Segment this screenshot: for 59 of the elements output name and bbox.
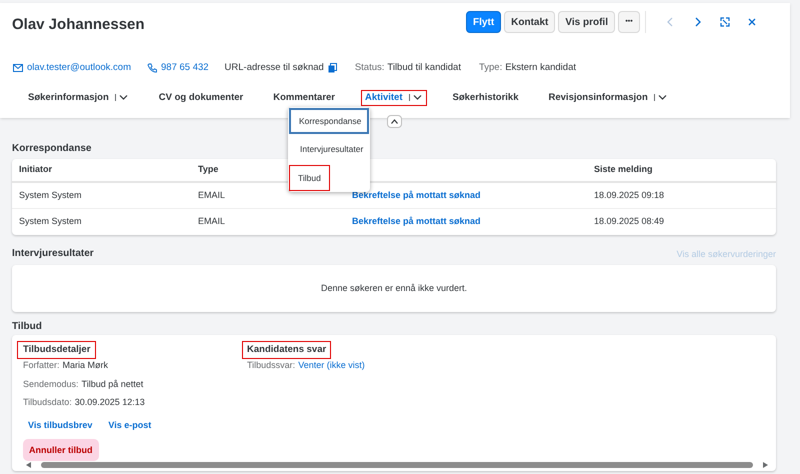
mail-icon [13, 64, 23, 72]
field-value: Venter (ikke vist) [298, 359, 365, 372]
tab[interactable]: Kommentarer [269, 90, 340, 106]
scroll-left-icon [26, 462, 31, 468]
section-title: Korrespondanse [12, 142, 92, 155]
close-icon[interactable] [747, 17, 757, 27]
field-label: Forfatter: [23, 359, 60, 372]
subheading: Tilbudsdetaljer [17, 341, 96, 360]
table-cell-text: 18.09.2025 09:18 [594, 188, 666, 202]
column-header: Type [198, 163, 220, 176]
menu-item[interactable]: Intervjuresultater [289, 136, 369, 162]
field-value: Tilbud til kandidat [387, 60, 461, 74]
tab[interactable]: Søkerinformasjon [24, 90, 133, 106]
field-value: Ekstern kandidat [505, 60, 576, 74]
phone-icon [147, 62, 157, 73]
cancel-offer-button[interactable]: Annuller tilbud [23, 439, 98, 462]
field-value: 30.09.2025 12:13 [74, 396, 145, 410]
scrollbar-thumb[interactable] [41, 462, 753, 468]
column-header: Initiator [19, 163, 53, 176]
tab[interactable]: Søkerhistorikk [448, 90, 522, 106]
link[interactable]: Vis e-post [108, 418, 152, 432]
action-button[interactable]: Vis profil [558, 11, 615, 33]
table-link[interactable]: Bekreftelse på mottatt søknad [352, 215, 594, 229]
subheading: Kandidatens svar [242, 341, 332, 360]
action-button[interactable]: Flytt [466, 11, 502, 33]
column-header: Siste melding [594, 163, 654, 176]
menu-item[interactable]: Korrespondanse [289, 108, 369, 134]
tab[interactable]: CV og dokumenter [154, 90, 248, 106]
section-title: Intervjuresultater [12, 247, 94, 261]
field-value: Tilbud på nettet [82, 378, 144, 391]
table-cell-text: EMAIL [198, 188, 226, 202]
field-label: Tilbudsdato: [23, 396, 72, 410]
table-cell-text: System System [19, 188, 83, 202]
phone-link[interactable]: 987 65 432 [161, 60, 209, 75]
menu-item[interactable]: Tilbud [289, 165, 330, 191]
email-link[interactable]: olav.tester@outlook.com [27, 60, 131, 75]
field-label: Tilbudssvar: [247, 359, 296, 372]
link[interactable]: Vis tilbudsbrev [28, 418, 92, 432]
caret-up-icon [391, 119, 398, 124]
field-label: Sendemodus: [23, 378, 79, 391]
table-cell-text: 18.09.2025 08:49 [594, 215, 666, 228]
next-icon[interactable] [693, 17, 703, 27]
url-label: URL-adresse til søknad [224, 60, 324, 74]
candidate-name: Olav Johannessen [12, 15, 145, 35]
tab[interactable]: Revisjonsinformasjon [544, 90, 672, 106]
table-cell-text: System System [19, 215, 83, 228]
table-cell-text: EMAIL [198, 215, 226, 228]
copy-icon[interactable] [328, 62, 337, 73]
field-value: Maria Mørk [62, 359, 108, 372]
empty-message: Denne søkeren er ennå ikke vurdert. [320, 282, 468, 295]
scroll-right-icon [763, 462, 768, 468]
section-title: Tilbud [12, 320, 42, 333]
field-label: Type: [478, 60, 502, 74]
collapse-button[interactable] [387, 115, 402, 128]
action-button[interactable]: Kontakt [504, 11, 556, 33]
field-label: Status: [354, 60, 384, 74]
fullscreen-icon[interactable] [720, 17, 730, 27]
tab[interactable]: Aktivitet [361, 90, 426, 106]
table-link[interactable]: Bekreftelse på mottatt søknad [352, 188, 594, 202]
